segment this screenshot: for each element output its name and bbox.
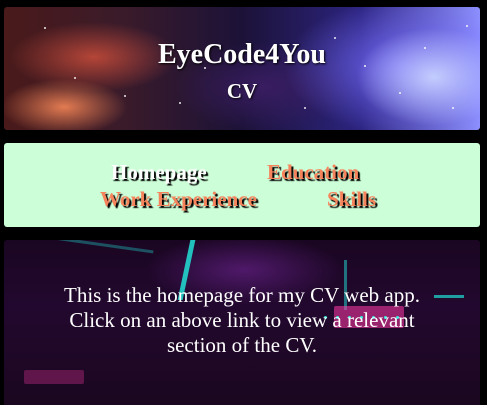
nav-link-homepage[interactable]: Homepage [111,160,207,185]
intro-text: This is the homepage for my CV web app. … [44,283,440,358]
site-subtitle: CV [226,79,258,103]
nav-link-skills[interactable]: Skills [327,187,376,212]
intro-line-2: Click on an above link to view a relevan… [69,308,415,357]
header-banner: EyeCode4You CV [4,7,480,130]
nav-link-work-experience[interactable]: Work Experience [100,187,257,212]
nav-box: Homepage Education Work Experience Skill… [4,143,480,227]
site-title: EyeCode4You [157,39,326,70]
nav-link-education[interactable]: Education [267,160,359,185]
intro-line-1: This is the homepage for my CV web app. [64,283,420,307]
page: EyeCode4You CV Homepage Education Work E… [0,0,487,405]
main-content: This is the homepage for my CV web app. … [4,240,480,405]
